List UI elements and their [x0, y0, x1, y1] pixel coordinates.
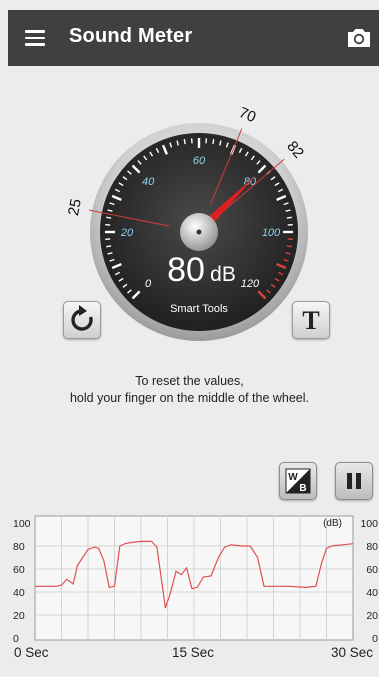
chart-y-tick-right: 20 — [366, 610, 378, 622]
chart-y-tick-left: 0 — [13, 633, 19, 644]
avg-marker-label: 70 — [236, 104, 258, 126]
gauge-scale-label: 40 — [142, 176, 155, 188]
gauge-tick — [183, 139, 186, 145]
reading-value: 80 — [167, 251, 205, 289]
app-bar: Sound Meter — [8, 10, 379, 66]
chart-y-tick-right: 0 — [372, 633, 378, 644]
hamburger-menu-icon[interactable] — [25, 30, 45, 46]
white-black-toggle-icon: W B — [285, 468, 311, 494]
gauge-tick — [212, 139, 215, 145]
gauge-scale-label: 60 — [193, 155, 206, 167]
pause-button[interactable] — [335, 462, 373, 500]
gauge-tick — [286, 245, 292, 248]
pause-icon — [347, 473, 361, 489]
chart-y-tick-right: 40 — [366, 587, 378, 599]
reset-button[interactable] — [63, 301, 101, 339]
reading-unit: dB — [210, 263, 236, 286]
hint-line-1: To reset the values, — [135, 374, 244, 388]
chart-y-tick-left: 20 — [13, 610, 25, 622]
sound-level-gauge[interactable]: 0 20 40 60 80 100 120 80 dB Smart Tools 25 70 … — [65, 104, 308, 341]
gauge-scale-label: 120 — [241, 278, 260, 290]
status-bar — [0, 0, 379, 10]
gauge-scale-label: 0 — [145, 278, 152, 290]
sound-history-chart: 100 80 60 40 20 0 100 80 60 40 20 0 (dB) — [12, 514, 379, 645]
chart-y-tick-left: 60 — [13, 564, 25, 576]
chart-y-tick-left: 100 — [13, 518, 31, 530]
camera-icon[interactable] — [345, 24, 373, 52]
brand-label: Smart Tools — [170, 303, 228, 315]
chart-y-tick-right: 100 — [360, 518, 378, 530]
gauge-scale-label: 100 — [262, 227, 281, 239]
x-axis-label-end: 30 Sec — [331, 645, 374, 660]
reset-hint: To reset the values, hold your finger on… — [0, 373, 379, 407]
chart-y-tick-right: 60 — [366, 564, 378, 576]
white-black-toggle-button[interactable]: W B — [279, 462, 317, 500]
chart-y-tick-left: 80 — [13, 541, 25, 553]
chart-y-tick-right: 80 — [366, 541, 378, 553]
gauge-tick — [106, 245, 112, 248]
gauge-tick — [286, 216, 292, 219]
gauge-scale-label: 20 — [120, 227, 134, 239]
x-axis-label-start: 0 Sec — [14, 645, 49, 660]
chart-unit-label: (dB) — [323, 518, 342, 529]
gauge-tick — [106, 216, 112, 219]
max-marker-label: 82 — [283, 138, 307, 162]
text-T-icon: T — [302, 306, 320, 335]
app-title: Sound Meter — [69, 25, 193, 47]
min-marker-label: 25 — [65, 197, 85, 217]
hint-line-2: hold your finger on the middle of the wh… — [69, 391, 310, 405]
wb-bottom-letter: B — [299, 483, 306, 494]
chart-y-tick-left: 40 — [13, 587, 25, 599]
refresh-icon — [71, 305, 93, 331]
text-toggle-button[interactable]: T — [292, 301, 330, 339]
x-axis-label-mid: 15 Sec — [172, 645, 215, 660]
wb-top-letter: W — [288, 472, 298, 483]
